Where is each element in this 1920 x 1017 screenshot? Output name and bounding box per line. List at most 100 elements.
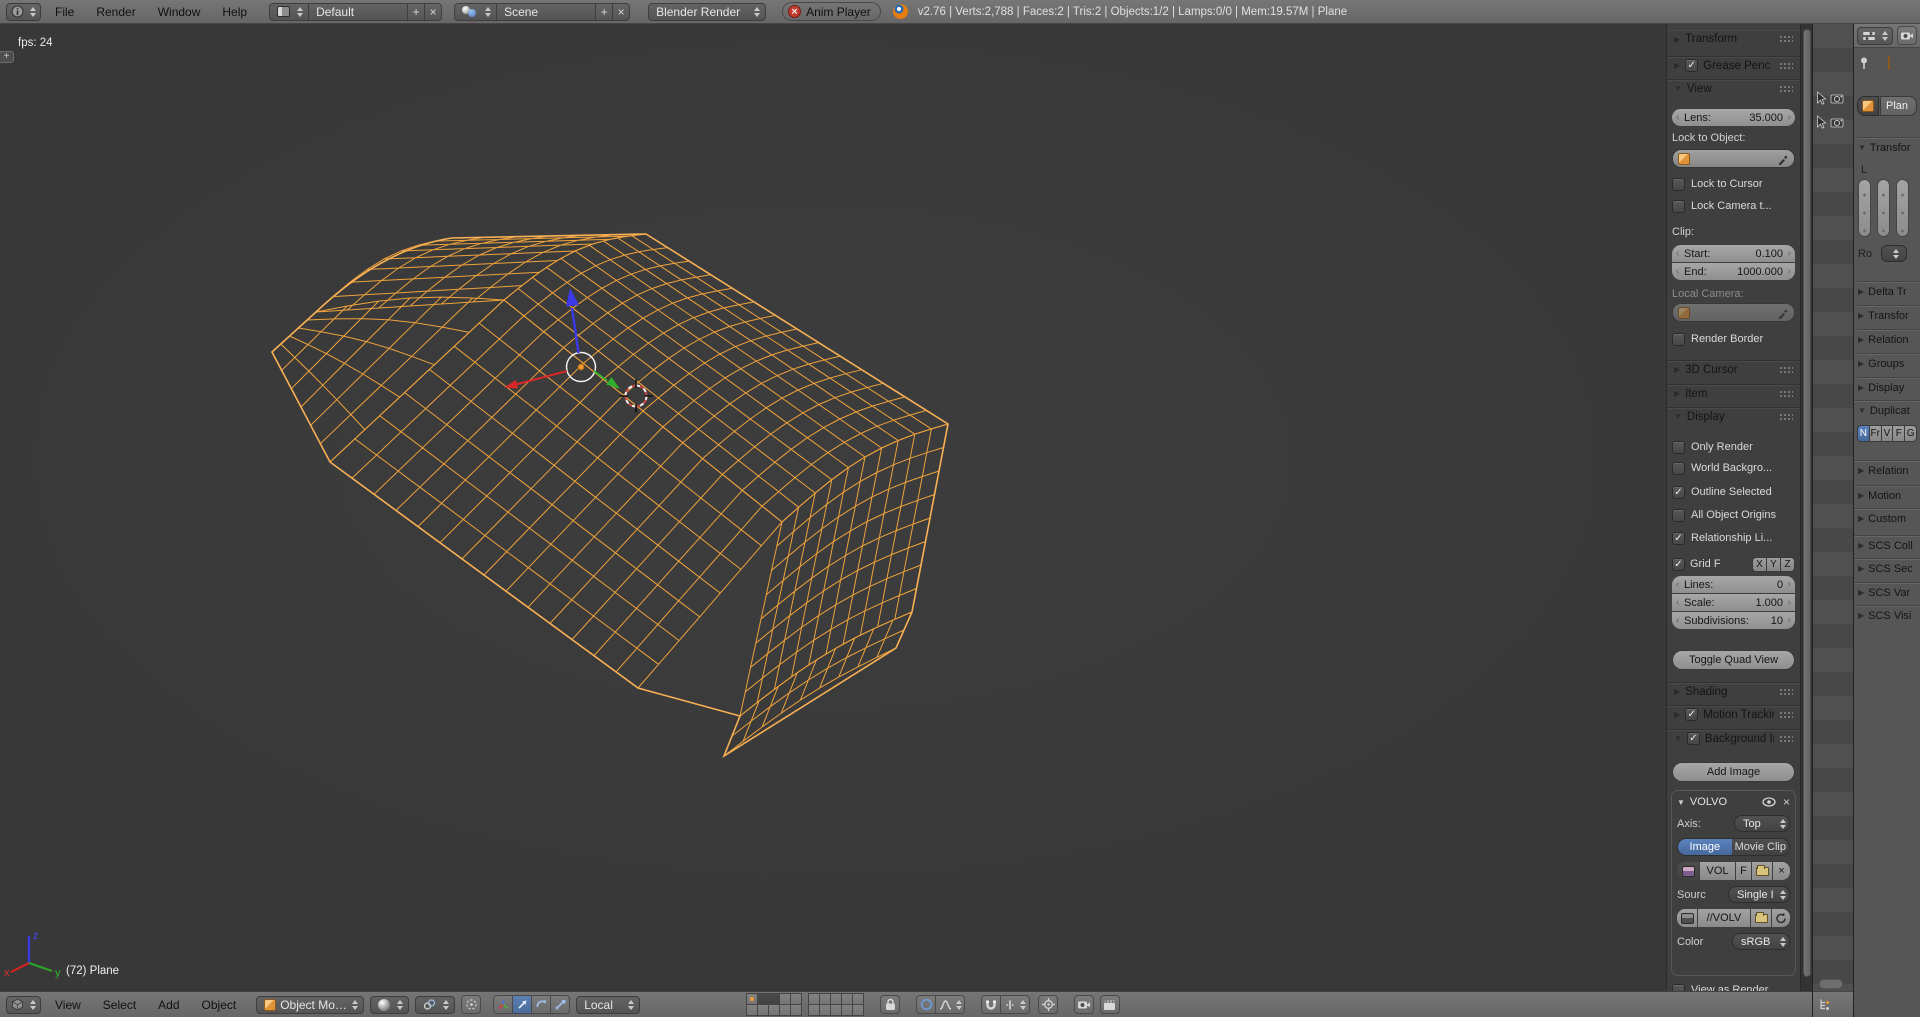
panel-collapsed-triangle-icon[interactable]: ▶ [1858,466,1864,475]
tab-image[interactable]: Image [1678,839,1732,855]
anim-player-button[interactable]: × Anim Player [782,2,881,21]
properties-region-scrollbar[interactable] [1800,24,1812,991]
snap-target-button[interactable] [1038,995,1058,1014]
manipulator-y-axis[interactable] [594,371,607,381]
panel-header-transfor[interactable]: ▶Transfor [1854,305,1920,325]
image-name-field[interactable]: VOL [1700,862,1735,880]
manipulator-scale-button[interactable] [550,995,570,1014]
panel-collapsed-triangle-icon[interactable]: ▶ [1858,611,1864,620]
image-datablock-browse-button[interactable] [1677,862,1699,880]
panel-grip-icon[interactable] [1779,413,1793,421]
manipulator-x-axis[interactable] [514,371,567,385]
checkbox-row-outline-selected[interactable]: Outline Selected [1672,484,1795,500]
unlink-image-button[interactable]: × [1773,862,1790,880]
checkbox-world-backgro[interactable] [1672,462,1685,475]
opengl-render-button[interactable] [1074,995,1094,1014]
tab-movie-clip[interactable]: Movie Clip [1732,839,1789,855]
panel-header-transform[interactable]: ▶Transform [1667,30,1800,48]
outliner-object-row[interactable] [1815,86,1844,110]
open-image-button[interactable] [1752,862,1772,880]
opengl-render-animation-button[interactable] [1100,995,1120,1014]
panel-collapsed-triangle-icon[interactable]: ▶ [1858,491,1864,500]
viewport-shading-dropdown[interactable] [370,996,409,1014]
snap-element-dropdown[interactable] [1000,995,1030,1014]
panel-grip-icon[interactable] [1779,35,1793,43]
checkbox-row-view-as-render[interactable]: View as Render [1672,982,1795,991]
outliner-editor[interactable] [1812,24,1853,1017]
3d-viewport[interactable]: fps: 24 z x y (72) Plane ▶Transform▶Grea… [0,24,1812,991]
panel-header-transfor[interactable]: ▼Transfor [1854,137,1920,157]
renderable-toggle-icon[interactable] [1830,93,1844,104]
checkbox-render-border[interactable] [1672,333,1685,346]
close-icon[interactable]: × [1783,795,1790,809]
screen-layout-name-field[interactable]: Default [308,3,408,21]
panel-header-scs-sec[interactable]: ▶SCS Sec [1854,558,1920,578]
number-field-scale[interactable]: Scale:1.000 [1672,594,1795,611]
panel-grip-icon[interactable] [1779,735,1793,743]
panel-collapsed-triangle-icon[interactable]: ▶ [1674,710,1680,719]
panel-collapsed-triangle-icon[interactable]: ▶ [1858,335,1864,344]
panel-expanded-triangle-icon[interactable]: ▼ [1858,406,1866,415]
panel-grip-icon[interactable] [1779,62,1793,70]
panel-header-custom[interactable]: ▶Custom [1854,508,1920,528]
add-scene-button[interactable]: + [595,3,613,21]
translate-manipulator[interactable] [504,288,620,389]
grid-floor-row[interactable]: Grid FXYZ [1672,556,1795,572]
panel-collapsed-triangle-icon[interactable]: ▶ [1858,359,1864,368]
manipulator-z-arrowhead[interactable] [566,288,579,307]
outliner-scrollbar-thumb[interactable] [1819,979,1843,989]
editor-type-button-properties[interactable] [1857,27,1893,45]
image-preview-button[interactable] [1677,909,1697,927]
panel-header-groups[interactable]: ▶Groups [1854,353,1920,373]
panel-collapsed-triangle-icon[interactable]: ▶ [1674,61,1680,70]
number-field-start[interactable]: Start:0.100 [1672,245,1795,262]
panel-collapsed-triangle-icon[interactable]: ▶ [1858,541,1864,550]
add-image-button[interactable]: Add Image [1672,762,1795,782]
delete-screen-layout-button[interactable]: × [424,3,442,21]
panel-header-grease-penc[interactable]: ▶Grease Penc [1667,56,1800,74]
panel-header-3d-cursor[interactable]: ▶3D Cursor [1667,360,1800,378]
render-engine-dropdown[interactable]: Blender Render [648,3,766,21]
panel-header-relation[interactable]: ▶Relation [1854,460,1920,480]
checkbox-row-all-object-origins[interactable]: All Object Origins [1672,507,1795,523]
checkbox-view-as-render[interactable] [1672,984,1685,992]
scene-browse-button[interactable] [454,3,497,21]
axis-toggle-y[interactable]: Y [1766,557,1781,572]
menu-select[interactable]: Select [95,998,144,1012]
number-field-lens[interactable]: Lens:35.000 [1672,109,1795,126]
color-space-dropdown[interactable]: sRGB [1732,933,1790,950]
outliner-editor-icon[interactable] [1818,998,1832,1011]
properties-editor[interactable]: ▼TransforLRo▶Delta Tr▶Transfor▶Relation▶… [1853,24,1920,1017]
transform-orientation-dropdown[interactable]: Local [576,996,640,1014]
panel-header-view[interactable]: ▼View [1667,79,1800,97]
panel-expanded-triangle-icon[interactable]: ▼ [1858,143,1866,152]
panel-collapsed-triangle-icon[interactable]: ▶ [1858,287,1864,296]
panel-header-background-im[interactable]: ▼Background Im [1667,729,1800,747]
panel-collapsed-triangle-icon[interactable]: ▶ [1858,514,1864,523]
renderable-toggle-icon[interactable] [1830,117,1844,128]
panel-collapsed-triangle-icon[interactable]: ▶ [1674,365,1680,374]
axis-toggle-z[interactable]: Z [1780,557,1795,572]
checkbox-motion-trackin[interactable] [1685,708,1698,721]
number-field-lines[interactable]: Lines:0 [1672,576,1795,593]
toolshelf-expand-tab[interactable] [0,51,14,63]
checkbox-row-world-backgro[interactable]: World Backgro... [1672,460,1795,476]
panel-header-delta-tr[interactable]: ▶Delta Tr [1854,281,1920,301]
reload-image-button[interactable] [1772,909,1790,927]
menu-window[interactable]: Window [150,5,209,19]
panel-expanded-triangle-icon[interactable]: ▼ [1674,734,1682,743]
layer-toggle[interactable] [852,1004,864,1016]
panel-header-scs-coll[interactable]: ▶SCS Coll [1854,535,1920,555]
panel-collapsed-triangle-icon[interactable]: ▶ [1858,383,1864,392]
toggle-quad-view-button[interactable]: Toggle Quad View [1672,650,1795,670]
panel-header-duplicat[interactable]: ▼Duplicat [1854,400,1920,420]
duplication-option-g[interactable]: G [1904,425,1917,442]
selectable-toggle-icon[interactable] [1815,115,1827,129]
panel-header-shading[interactable]: ▶Shading [1667,682,1800,700]
checkbox-background-im[interactable] [1687,732,1700,745]
object-breadcrumb-button[interactable] [1857,96,1879,116]
rotation-stepper[interactable] [1881,245,1907,262]
scene-name-field[interactable]: Scene [496,3,596,21]
layer-toggle[interactable] [790,1004,802,1016]
panel-collapsed-triangle-icon[interactable]: ▶ [1674,687,1680,696]
